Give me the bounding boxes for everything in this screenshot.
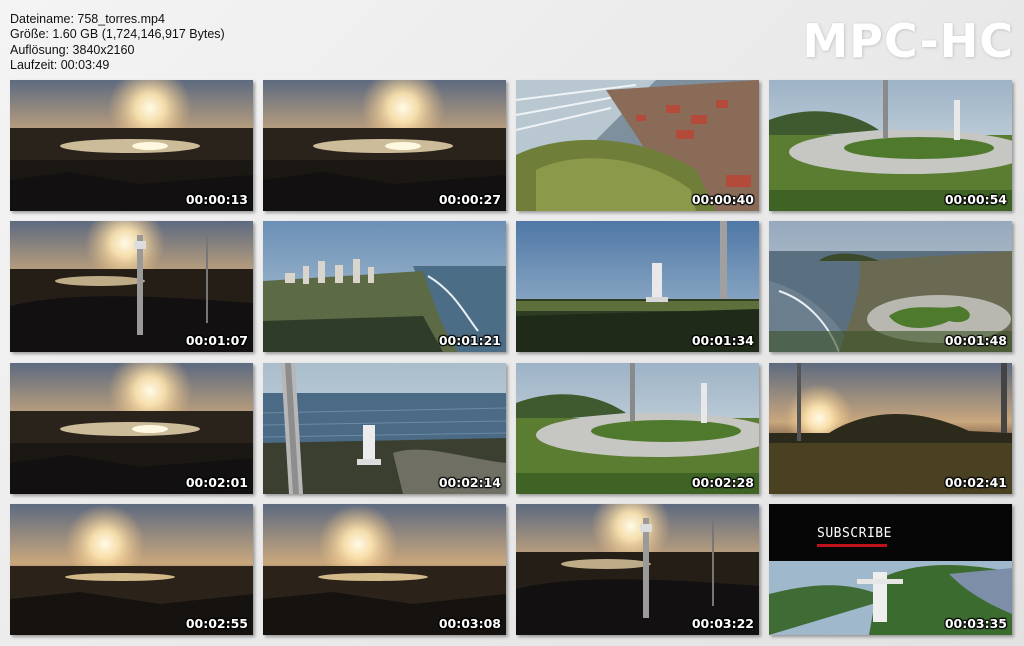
thumbnail-grid: 00:00:13 00:00:27 00:00:40 00:00:54 00:0… [10,80,1014,636]
thumbnail: 00:02:28 [516,362,759,494]
thumbnail-timestamp: 00:00:40 [691,192,754,207]
thumbnail-timestamp: 00:00:27 [438,192,501,207]
thumbnail-timestamp: 00:00:13 [185,192,248,207]
thumbnail-timestamp: 00:01:07 [185,333,248,349]
thumbnail: SUBSCRIBE 00:03:35 [769,503,1012,635]
thumbnail-timestamp: 00:01:34 [691,333,754,349]
file-size: Größe: 1.60 GB (1,724,146,917 Bytes) [10,27,225,42]
thumbnail: 00:02:01 [10,362,253,494]
thumbnail: 00:00:27 [263,80,506,211]
thumbnail: 00:00:54 [769,80,1012,211]
thumbnail: 00:02:41 [769,362,1012,494]
file-duration: Laufzeit: 00:03:49 [10,58,110,73]
thumbnail: 00:01:48 [769,221,1012,353]
file-resolution: Auflösung: 3840x2160 [10,42,135,57]
thumbnail-timestamp: 00:00:54 [944,192,1007,207]
thumbnail: 00:02:55 [10,503,253,635]
thumbnail-timestamp: 00:02:28 [691,474,754,490]
thumbnail-timestamp: 00:02:14 [438,474,501,490]
file-info: Dateiname: 758_torres.mp4 Größe: 1.60 GB… [10,12,225,74]
mpc-hc-logo: MPC-HC [802,14,1014,68]
thumbnail: 00:00:13 [10,80,253,211]
thumbnail-timestamp: 00:02:41 [944,474,1007,490]
file-name: Dateiname: 758_torres.mp4 [10,12,165,26]
thumbnail: 00:03:22 [516,503,759,635]
thumbnail-timestamp: 00:02:01 [185,474,248,490]
thumbnail-timestamp: 00:03:22 [691,615,754,631]
subscribe-red-bar [817,543,887,547]
thumbnail: 00:00:40 [516,80,759,211]
thumbnail: 00:03:08 [263,503,506,635]
thumbnail: 00:02:14 [263,362,506,494]
thumbnail: 00:01:34 [516,221,759,353]
thumbnail: 00:01:21 [263,221,506,353]
subscribe-title: SUBSCRIBE [817,525,892,541]
thumbnail-timestamp: 00:01:21 [438,333,501,349]
thumbnail: 00:01:07 [10,221,253,353]
thumbnail-timestamp: 00:02:55 [185,615,248,631]
thumbnail-timestamp: 00:01:48 [944,333,1007,349]
thumbnail-timestamp: 00:03:35 [944,615,1007,631]
thumbnail-timestamp: 00:03:08 [438,615,501,631]
